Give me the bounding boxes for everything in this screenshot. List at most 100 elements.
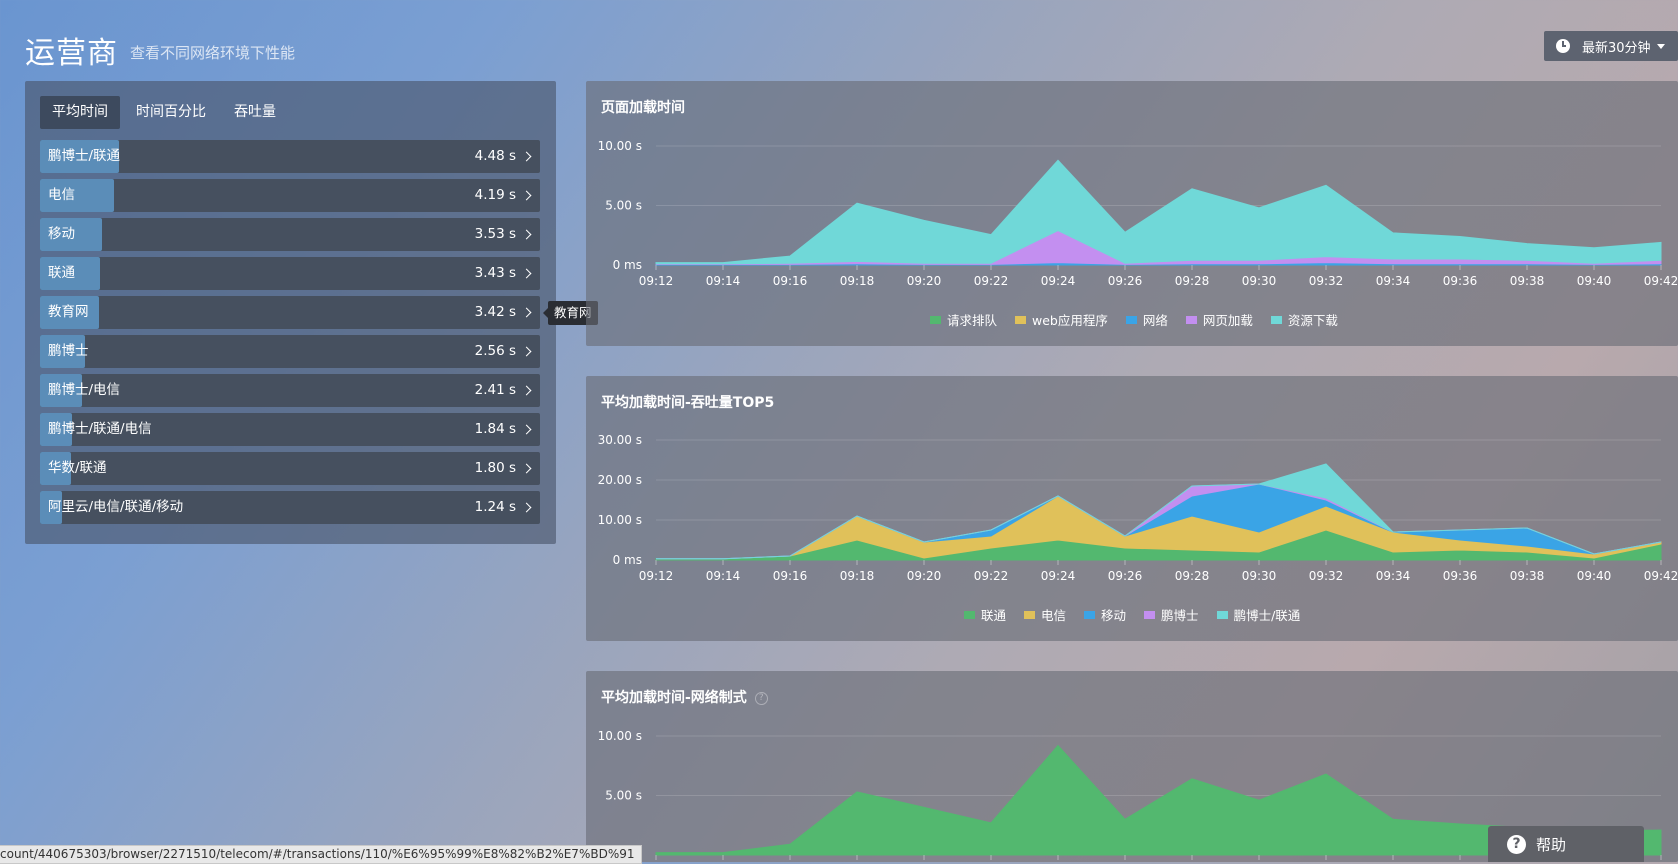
legend-swatch — [1125, 315, 1137, 324]
x-tick-label: 09:12 — [639, 274, 674, 288]
carrier-row[interactable]: 华数/联通 1.80 s — [40, 452, 540, 485]
carrier-value: 2.56 s — [474, 343, 516, 359]
carrier-value: 3.43 s — [474, 265, 516, 281]
carrier-row[interactable]: 鹏博士/联通 4.48 s — [40, 140, 540, 173]
carrier-name: 阿里云/电信/联通/移动 — [48, 499, 184, 515]
x-tick-label: 09:18 — [840, 274, 875, 288]
time-range-dropdown[interactable]: 最新30分钟 — [1544, 31, 1678, 61]
carrier-name: 电信 — [48, 187, 75, 203]
x-tick-label: 09:26 — [1108, 569, 1143, 583]
x-tick-label: 09:40 — [1577, 569, 1612, 583]
x-tick-label: 09:16 — [773, 274, 808, 288]
x-tick-label: 09:42 — [1644, 274, 1678, 288]
carrier-name: 鹏博士/联通/电信 — [48, 421, 152, 437]
x-tick-label: 09:24 — [1041, 569, 1076, 583]
x-tick-label: 09:22 — [974, 569, 1009, 583]
y-tick-label: 10.00 s — [598, 513, 642, 527]
carrier-row[interactable]: 阿里云/电信/联通/移动 1.24 s — [40, 491, 540, 524]
legend-item[interactable]: 电信 — [1024, 605, 1066, 624]
browser-status-url: count/440675303/browser/2271510/telecom/… — [0, 845, 642, 864]
legend-swatch — [1024, 610, 1036, 619]
y-tick-label: 5.00 s — [605, 199, 642, 213]
chevron-right-icon — [521, 502, 532, 513]
legend-swatch — [930, 315, 941, 324]
x-tick-label: 09:32 — [1309, 274, 1344, 288]
x-tick-label: 09:30 — [1242, 569, 1277, 583]
page-load-time-panel: 页面加载时间 0 ms 5.00 s 10.00 s 09:12 09:14 09:16 0… — [586, 81, 1678, 346]
y-tick-label: 5.00 s — [605, 789, 642, 803]
x-tick-label: 09:20 — [907, 274, 942, 288]
question-icon: ? — [1507, 834, 1526, 854]
carrier-row[interactable]: 电信 4.19 s — [40, 179, 540, 212]
legend-item[interactable]: 资源下载 — [1270, 310, 1338, 329]
legend-item[interactable]: 请求排队 — [930, 310, 997, 329]
legend-item[interactable]: 鹏博士 — [1144, 605, 1199, 624]
x-tick-label: 09:26 — [1108, 274, 1143, 288]
legend-item[interactable]: 联通 — [964, 605, 1006, 624]
throughput-top5-chart: 0 ms 10.00 s 20.00 s 30.00 s 09:12 09:14 09:16… — [598, 433, 1678, 583]
legend-swatch — [1185, 315, 1197, 324]
x-tick-label: 09:36 — [1443, 274, 1478, 288]
x-tick-label: 09:20 — [907, 569, 942, 583]
legend-label: 移动 — [1101, 608, 1127, 623]
x-tick-label: 09:14 — [706, 569, 741, 583]
x-tick-label: 09:24 — [1041, 274, 1076, 288]
legend-swatch — [964, 610, 975, 619]
carrier-row[interactable]: 鹏博士/电信 2.41 s — [40, 374, 540, 407]
legend-label: 鹏博士/联通 — [1233, 608, 1301, 623]
legend-item[interactable]: 移动 — [1084, 605, 1126, 624]
carrier-row[interactable]: 鹏博士 2.56 s — [40, 335, 540, 368]
legend-label: 请求排队 — [947, 313, 998, 328]
chevron-right-icon — [521, 268, 532, 279]
caret-down-icon — [1656, 43, 1665, 49]
y-tick-label: 0 ms — [613, 258, 642, 272]
chart-legend: 请求排队 web应用程序 网络 网页加载 资源下载 — [930, 310, 1356, 329]
tab-time-percentage[interactable]: 时间百分比 — [124, 96, 218, 129]
legend-item[interactable]: 网络 — [1125, 310, 1168, 329]
chevron-right-icon — [521, 151, 532, 162]
carrier-name: 教育网 — [48, 304, 89, 320]
x-tick-label: 09:12 — [639, 569, 674, 583]
carrier-value: 4.19 s — [474, 187, 516, 203]
chevron-right-icon — [521, 346, 532, 357]
x-tick-label: 09:38 — [1510, 274, 1545, 288]
clock-icon — [1556, 39, 1570, 53]
x-tick-label: 09:42 — [1644, 569, 1678, 583]
page-load-time-chart: 0 ms 5.00 s 10.00 s 09:12 09:14 09:16 09:18 09:… — [598, 139, 1678, 288]
carrier-row[interactable]: 鹏博士/联通/电信 1.84 s — [40, 413, 540, 446]
chevron-right-icon — [521, 385, 532, 396]
series-area — [655, 159, 1662, 265]
legend-label: 资源下载 — [1287, 313, 1338, 328]
carrier-name: 华数/联通 — [48, 460, 107, 476]
legend-item[interactable]: 鹏博士/联通 — [1216, 605, 1301, 624]
legend-item[interactable]: 网页加载 — [1185, 310, 1253, 329]
y-tick-label: 0 ms — [613, 553, 642, 567]
carrier-ranking-panel: 平均时间 时间百分比 吞吐量 鹏博士/联通 4.48 s 电信 4.19 s 移动 3.5… — [25, 81, 556, 544]
carrier-list: 鹏博士/联通 4.48 s 电信 4.19 s 移动 3.53 s 联通 3.43 s 教育网 3… — [40, 140, 540, 530]
y-tick-label: 20.00 s — [598, 473, 642, 487]
legend-label: 网页加载 — [1202, 313, 1253, 328]
help-button[interactable]: ? 帮助 — [1488, 826, 1644, 862]
y-tick-label: 30.00 s — [598, 433, 642, 447]
chevron-right-icon — [521, 463, 532, 474]
carrier-row[interactable]: 教育网 3.42 s — [40, 296, 540, 329]
x-tick-label: 09:28 — [1175, 274, 1210, 288]
x-tick-label: 09:34 — [1376, 569, 1411, 583]
carrier-value: 2.41 s — [474, 382, 516, 398]
carrier-row[interactable]: 移动 3.53 s — [40, 218, 540, 251]
x-tick-label: 09:34 — [1376, 274, 1411, 288]
time-range-label: 最新30分钟 — [1582, 40, 1651, 56]
legend-label: web应用程序 — [1032, 313, 1108, 328]
x-tick-label: 09:38 — [1510, 569, 1545, 583]
legend-swatch — [1216, 610, 1228, 619]
legend-label: 网络 — [1142, 313, 1168, 328]
carrier-row[interactable]: 联通 3.43 s — [40, 257, 540, 290]
tab-average-time[interactable]: 平均时间 — [40, 96, 120, 129]
legend-item[interactable]: web应用程序 — [1015, 310, 1108, 329]
legend-swatch — [1084, 610, 1096, 619]
carrier-value: 3.53 s — [474, 226, 516, 242]
x-tick-label: 09:32 — [1309, 569, 1344, 583]
x-tick-label: 09:22 — [974, 274, 1009, 288]
tab-throughput[interactable]: 吞吐量 — [222, 96, 288, 129]
x-tick-label: 09:28 — [1175, 569, 1210, 583]
